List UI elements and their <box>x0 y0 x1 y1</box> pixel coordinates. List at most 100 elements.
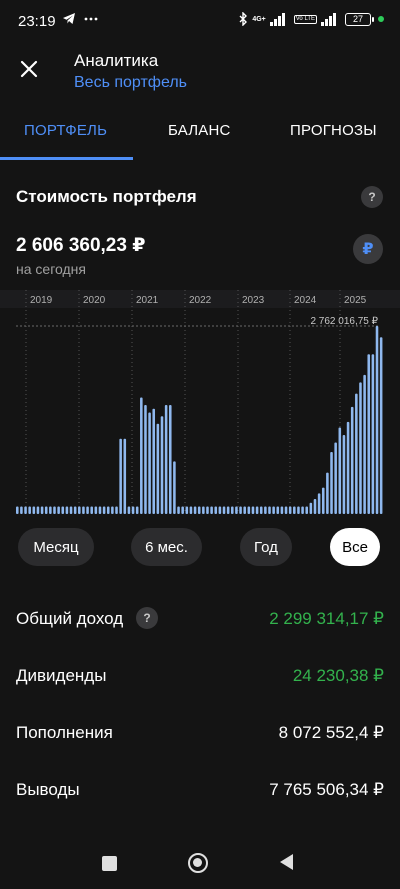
chart-bar[interactable] <box>239 506 242 514</box>
chart-bar[interactable] <box>177 506 180 514</box>
chart-bar[interactable] <box>106 506 110 514</box>
chart-bar[interactable] <box>61 506 65 514</box>
chart-bar[interactable] <box>102 506 106 514</box>
period-month-button[interactable]: Месяц <box>18 528 94 566</box>
chart-bar[interactable] <box>152 408 156 514</box>
chart-bar[interactable] <box>148 412 151 514</box>
chart-bar[interactable] <box>36 506 40 514</box>
chart-bar[interactable] <box>40 506 44 514</box>
chart-bar[interactable] <box>111 506 114 514</box>
chart-bar[interactable] <box>297 506 300 514</box>
currency-button[interactable]: ₽ <box>353 234 383 264</box>
chart-bar[interactable] <box>20 506 23 514</box>
tab-portfolio[interactable]: ПОРТФЕЛЬ <box>24 122 107 139</box>
chart-bar[interactable] <box>226 506 230 514</box>
chart-bar[interactable] <box>330 451 333 514</box>
chart-bar[interactable] <box>210 506 213 514</box>
chart-bar[interactable] <box>98 506 102 514</box>
chart-bar[interactable] <box>90 506 93 514</box>
chart-bar[interactable] <box>301 506 304 514</box>
chart-bar[interactable] <box>28 506 31 514</box>
chart-bar[interactable] <box>44 506 48 514</box>
chart-bar[interactable] <box>346 421 350 514</box>
chart-bar[interactable] <box>156 423 160 514</box>
tab-balance[interactable]: БАЛАНС <box>168 122 231 139</box>
chart-bar[interactable] <box>24 506 27 514</box>
chart-bar[interactable] <box>218 506 222 514</box>
chart-bar[interactable] <box>73 506 77 514</box>
period-all-button[interactable]: Все <box>330 528 380 566</box>
chart-bar[interactable] <box>222 506 226 514</box>
chart-bar[interactable] <box>359 382 362 514</box>
chart-bar[interactable] <box>268 506 271 514</box>
chart-bar[interactable] <box>243 506 246 514</box>
chart-bar[interactable] <box>367 354 371 514</box>
period-year-button[interactable]: Год <box>240 528 292 566</box>
chart-bar[interactable] <box>272 506 275 514</box>
chart-bar[interactable] <box>321 487 325 514</box>
chart-bar[interactable] <box>342 435 346 514</box>
chart-bar[interactable] <box>160 416 164 514</box>
home-icon[interactable] <box>188 853 208 873</box>
portfolio-selector-link[interactable]: Весь портфель <box>74 74 187 92</box>
chart-bar[interactable] <box>247 506 251 514</box>
chart-bar[interactable] <box>288 506 292 514</box>
chart-bar[interactable] <box>264 506 267 514</box>
chart-bar[interactable] <box>193 506 197 514</box>
chart-bar[interactable] <box>379 337 383 514</box>
chart-bar[interactable] <box>173 461 176 514</box>
chart-bar[interactable] <box>276 506 280 514</box>
back-icon[interactable] <box>280 854 293 870</box>
chart-bar[interactable] <box>144 404 147 514</box>
period-6months-button[interactable]: 6 мес. <box>131 528 202 566</box>
chart-bar[interactable] <box>326 472 329 514</box>
chart-bar[interactable] <box>115 506 118 514</box>
portfolio-value-chart[interactable]: 2019 2020 2021 2022 2023 2024 2025 2 762 016,7… <box>0 290 400 516</box>
chart-bar[interactable] <box>53 506 56 514</box>
chart-bar[interactable] <box>140 397 143 514</box>
chart-bar[interactable] <box>94 506 98 514</box>
chart-bar[interactable] <box>255 506 259 514</box>
recent-apps-icon[interactable] <box>102 856 117 871</box>
chart-bar[interactable] <box>49 506 52 514</box>
chart-bar[interactable] <box>305 506 308 514</box>
chart-bar[interactable] <box>355 393 358 514</box>
chart-bar[interactable] <box>69 506 73 514</box>
chart-bar[interactable] <box>231 506 234 514</box>
total-income-help-button[interactable]: ? <box>136 607 158 629</box>
chart-bar[interactable] <box>189 506 193 514</box>
chart-bar[interactable] <box>123 438 127 514</box>
tab-forecasts[interactable]: ПРОГНОЗЫ <box>290 122 377 139</box>
chart-bar[interactable] <box>334 442 337 514</box>
chart-bar[interactable] <box>259 506 263 514</box>
chart-bar[interactable] <box>131 506 135 514</box>
chart-bar[interactable] <box>317 493 321 514</box>
chart-bar[interactable] <box>280 506 284 514</box>
chart-bar[interactable] <box>135 506 139 514</box>
chart-bar[interactable] <box>119 438 122 514</box>
close-button[interactable] <box>14 54 44 84</box>
chart-bar[interactable] <box>214 506 218 514</box>
chart-bar[interactable] <box>82 506 85 514</box>
chart-bar[interactable] <box>197 506 201 514</box>
chart-bar[interactable] <box>185 506 189 514</box>
chart-bar[interactable] <box>127 506 131 514</box>
chart-bar[interactable] <box>78 506 81 514</box>
chart-bar[interactable] <box>168 404 172 514</box>
chart-bar[interactable] <box>293 506 296 514</box>
chart-bar[interactable] <box>350 406 354 514</box>
chart-bar[interactable] <box>284 506 288 514</box>
chart-bar[interactable] <box>86 506 89 514</box>
chart-bar[interactable] <box>16 506 19 514</box>
chart-bar[interactable] <box>313 498 317 514</box>
chart-bar[interactable] <box>338 427 342 514</box>
portfolio-help-button[interactable]: ? <box>361 186 383 208</box>
chart-bar[interactable] <box>57 506 60 514</box>
chart-bar[interactable] <box>371 354 375 514</box>
chart-bar[interactable] <box>164 404 168 514</box>
chart-bar[interactable] <box>235 506 238 514</box>
chart-bar[interactable] <box>363 374 366 514</box>
chart-bar[interactable] <box>202 506 205 514</box>
chart-bar[interactable] <box>375 326 379 514</box>
chart-bar[interactable] <box>251 506 255 514</box>
